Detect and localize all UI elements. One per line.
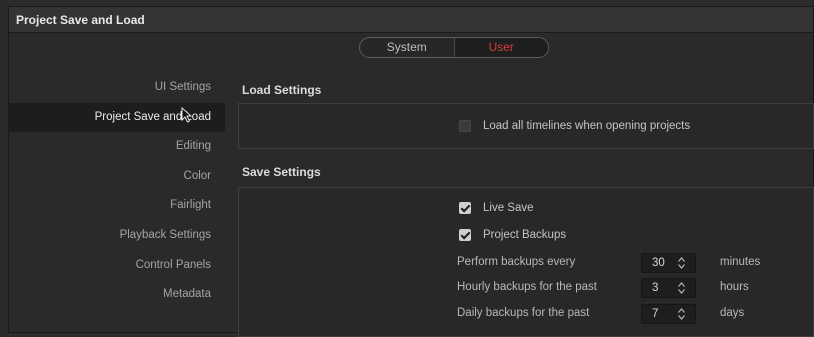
sidebar-item-control-panels[interactable]: Control Panels (9, 251, 225, 281)
live-save-label: Live Save (483, 202, 534, 214)
sidebar-item-label: Editing (175, 140, 211, 153)
hourly-backups-value[interactable]: 3 (652, 282, 658, 294)
sidebar-item-label: Color (183, 169, 211, 182)
sidebar-item-editing[interactable]: Editing (9, 132, 225, 162)
load-all-timelines-label: Load all timelines when opening projects (483, 120, 691, 132)
sidebar-item-color[interactable]: Color (9, 162, 225, 192)
hourly-backups-label: Hourly backups for the past (457, 281, 597, 293)
tab-system[interactable]: System (360, 38, 454, 57)
daily-backups-label: Daily backups for the past (457, 307, 590, 319)
sidebar-item-label: Project Save and Load (94, 110, 211, 123)
sidebar-item-label: Playback Settings (119, 228, 211, 241)
sidebar-item-label: Fairlight (170, 199, 211, 212)
mouse-cursor-icon (181, 107, 193, 123)
hourly-backups-stepper[interactable]: 3 (641, 278, 696, 298)
window-title: Project Save and Load (16, 13, 145, 27)
load-all-timelines-option[interactable]: Load all timelines when opening projects (459, 120, 690, 132)
load-all-timelines-checkbox[interactable] (459, 120, 471, 132)
perform-backups-stepper[interactable]: 30 (641, 253, 696, 273)
sidebar-item-metadata[interactable]: Metadata (9, 280, 225, 310)
stepper-arrows-icon[interactable] (678, 308, 685, 320)
perform-backups-unit: minutes (720, 256, 761, 268)
sidebar-item-fairlight[interactable]: Fairlight (9, 191, 225, 221)
daily-backups-stepper[interactable]: 7 (641, 304, 696, 324)
sidebar-item-label: UI Settings (154, 81, 211, 93)
sidebar-item-playback-settings[interactable]: Playback Settings (9, 221, 225, 251)
project-backups-option[interactable]: Project Backups (459, 229, 566, 241)
save-settings-heading: Save Settings (242, 165, 321, 179)
daily-backups-row: Daily backups for the past 7 days (457, 304, 814, 324)
system-user-toggle[interactable]: System User (359, 37, 549, 58)
live-save-checkbox[interactable] (459, 202, 471, 214)
sidebar-item-label: Control Panels (135, 258, 211, 271)
hourly-backups-unit: hours (720, 281, 749, 293)
stepper-arrows-icon[interactable] (678, 257, 685, 269)
tab-user[interactable]: User (453, 38, 548, 57)
daily-backups-value[interactable]: 7 (652, 308, 658, 320)
load-settings-heading: Load Settings (242, 83, 322, 97)
title-bar: Project Save and Load (9, 7, 813, 33)
sidebar-item-label: Metadata (163, 288, 211, 301)
perform-backups-row: Perform backups every 30 minutes (457, 253, 814, 273)
stepper-arrows-icon[interactable] (678, 282, 685, 294)
sidebar-item-ui-settings[interactable]: UI Settings (9, 73, 225, 103)
perform-backups-value[interactable]: 30 (652, 257, 665, 269)
daily-backups-unit: days (720, 307, 745, 319)
hourly-backups-row: Hourly backups for the past 3 hours (457, 278, 814, 298)
preferences-window: Project Save and Load System User UI Set… (8, 6, 814, 337)
project-backups-checkbox[interactable] (459, 229, 471, 241)
live-save-option[interactable]: Live Save (459, 202, 534, 214)
project-backups-label: Project Backups (483, 229, 567, 241)
perform-backups-label: Perform backups every (457, 256, 576, 268)
